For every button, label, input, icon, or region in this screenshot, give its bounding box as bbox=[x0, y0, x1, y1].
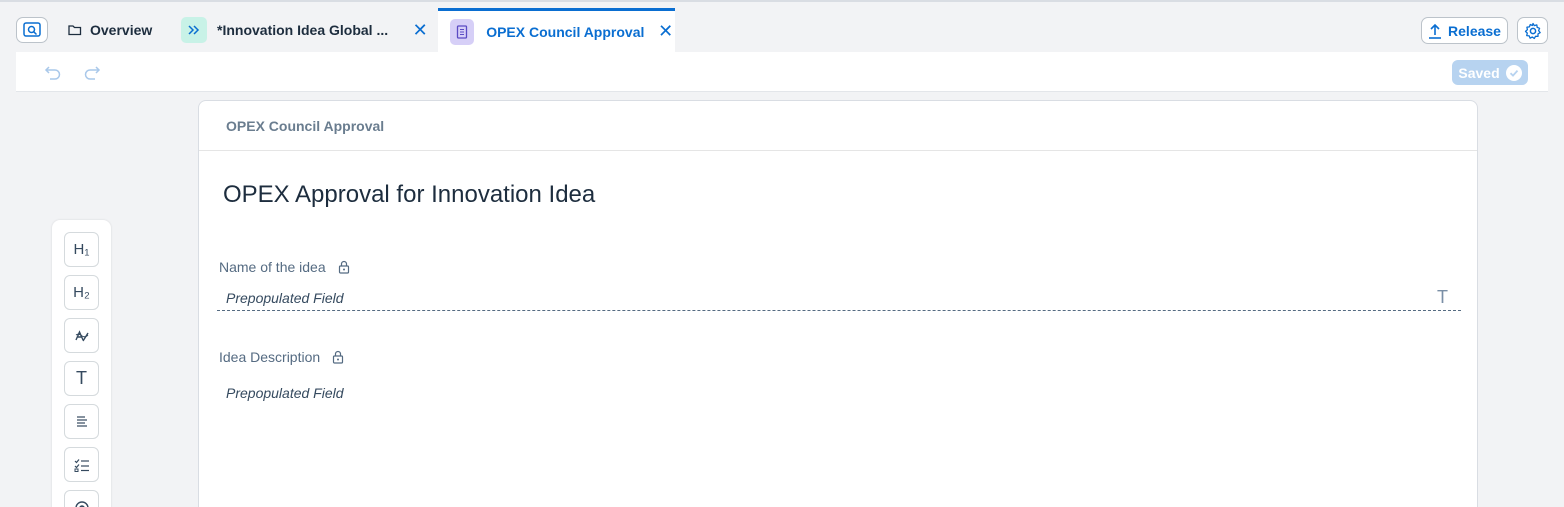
search-view-icon bbox=[23, 22, 41, 37]
text-field-tool[interactable]: T bbox=[64, 361, 99, 396]
tab-innovation-idea[interactable]: *Innovation Idea Global ... ✕ bbox=[181, 8, 430, 52]
tab-bar: Overview *Innovation Idea Global ... ✕ O… bbox=[0, 2, 1564, 52]
checklist-tool[interactable] bbox=[64, 447, 99, 482]
tab-overview[interactable]: Overview bbox=[68, 8, 152, 52]
heading2-icon: H₂ bbox=[73, 284, 90, 301]
field-name-of-idea-value[interactable]: Prepopulated Field bbox=[226, 290, 344, 306]
editor-toolbar: Saved bbox=[16, 52, 1548, 92]
field-label-text: Idea Description bbox=[219, 349, 321, 365]
card-header: OPEX Council Approval bbox=[199, 101, 1477, 151]
upload-icon bbox=[1429, 23, 1442, 39]
field-name-of-idea-label: Name of the idea bbox=[219, 259, 350, 275]
tab-innovation-label: *Innovation Idea Global ... bbox=[217, 22, 389, 38]
heading1-tool[interactable]: H₁ bbox=[64, 232, 99, 267]
field-label-text: Name of the idea bbox=[219, 259, 326, 275]
tab-opex-label: OPEX Council Approval bbox=[486, 23, 645, 40]
text-type-icon: T bbox=[1437, 287, 1448, 307]
opex-badge bbox=[450, 18, 475, 45]
element-palette: H₁ H₂ T bbox=[52, 220, 111, 507]
paragraph-icon bbox=[76, 415, 87, 427]
search-view-button[interactable] bbox=[16, 17, 48, 43]
field-idea-description-value[interactable]: Prepopulated Field bbox=[226, 385, 344, 401]
close-icon[interactable]: ✕ bbox=[410, 20, 430, 40]
form-title[interactable]: OPEX Approval for Innovation Idea bbox=[223, 181, 595, 209]
settings-button[interactable] bbox=[1517, 17, 1548, 44]
close-icon[interactable]: ✕ bbox=[656, 21, 675, 42]
text-field-icon: T bbox=[76, 368, 87, 388]
folder-icon bbox=[68, 25, 82, 36]
release-label: Release bbox=[1448, 22, 1501, 39]
radio-tool[interactable] bbox=[64, 490, 99, 507]
undo-button[interactable] bbox=[42, 62, 64, 82]
tab-overview-label: Overview bbox=[90, 22, 153, 38]
release-button[interactable]: Release bbox=[1421, 17, 1508, 44]
rich-text-icon bbox=[74, 329, 89, 341]
innovation-badge bbox=[181, 17, 207, 43]
field-divider bbox=[217, 310, 1461, 311]
check-icon bbox=[1505, 64, 1522, 81]
rich-text-tool[interactable] bbox=[64, 318, 99, 353]
heading2-tool[interactable]: H₂ bbox=[64, 275, 99, 310]
form-icon bbox=[456, 24, 468, 39]
saved-status: Saved bbox=[1452, 60, 1528, 85]
undo-icon bbox=[44, 66, 61, 80]
checklist-icon bbox=[74, 458, 89, 472]
saved-label: Saved bbox=[1458, 64, 1500, 81]
radio-icon bbox=[74, 500, 89, 507]
field-idea-description-label: Idea Description bbox=[219, 349, 344, 365]
redo-icon bbox=[84, 66, 101, 80]
chevron-forward-icon bbox=[188, 25, 200, 35]
card-header-title: OPEX Council Approval bbox=[226, 118, 385, 134]
redo-button[interactable] bbox=[81, 62, 103, 82]
lock-icon bbox=[333, 350, 344, 364]
gear-icon bbox=[1524, 22, 1541, 39]
tab-opex-council-approval[interactable]: OPEX Council Approval ✕ bbox=[438, 8, 675, 52]
paragraph-tool[interactable] bbox=[64, 404, 99, 439]
form-card: OPEX Council Approval OPEX Approval for … bbox=[198, 100, 1478, 507]
lock-icon bbox=[338, 260, 349, 274]
heading1-icon: H₁ bbox=[73, 241, 90, 258]
